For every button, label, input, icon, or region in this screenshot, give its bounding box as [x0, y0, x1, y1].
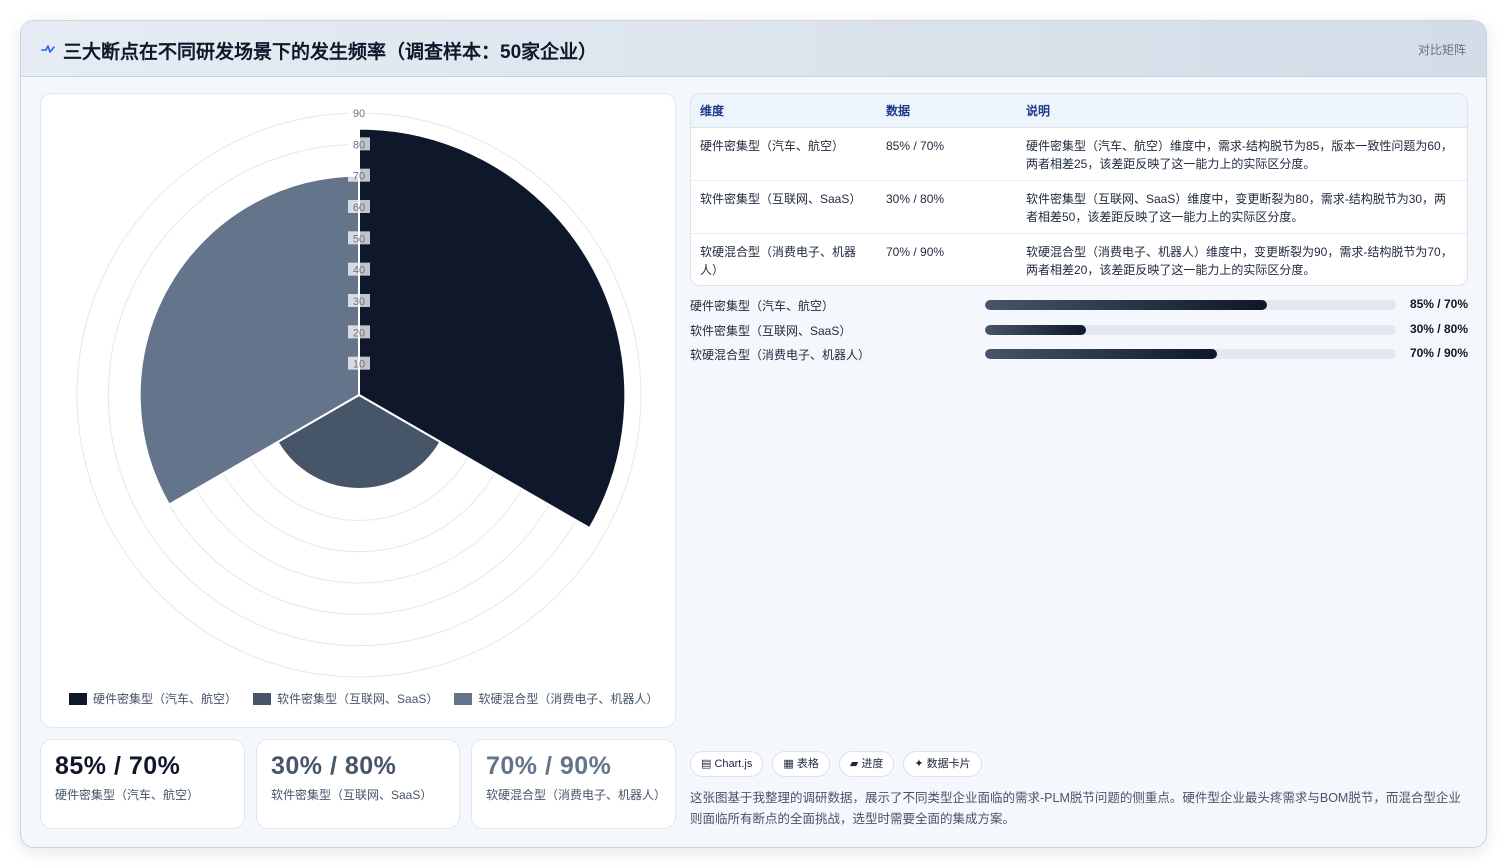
stat-value: 85% / 70% — [55, 752, 181, 780]
cell-dimension: 软硬混合型（消费电子、机器人） — [700, 244, 857, 277]
compare-matrix-link[interactable]: 对比矩阵 — [1418, 41, 1466, 58]
tag-label: 表格 — [796, 758, 819, 770]
table-icon: ▦ — [783, 758, 794, 770]
legend-swatch — [69, 692, 87, 705]
column-header-dimension: 维度 — [691, 94, 877, 128]
sparkle-icon: ✦ — [914, 758, 924, 770]
legend-item-hardware[interactable]: 硬件密集型（汽车、航空） — [69, 690, 237, 707]
progress-fill — [985, 349, 1218, 359]
progress-row: 软硬混合型（消费电子、机器人） 70% / 90% — [690, 346, 1468, 371]
tag-chartjs[interactable]: ▤ Chart.js — [690, 751, 764, 777]
stat-card-hardware: 85% / 70% 硬件密集型（汽车、航空） — [40, 739, 245, 829]
legend-label: 软件密集型（互联网、SaaS） — [277, 692, 439, 706]
r-tick: 80 — [348, 137, 370, 151]
pulse-icon — [41, 45, 55, 53]
r-tick-label: 80 — [353, 139, 365, 151]
progress-track — [985, 300, 1396, 310]
progress-row: 硬件密集型（汽车、航空） 85% / 70% — [690, 297, 1468, 322]
progress-fill — [985, 324, 1086, 335]
dashboard-frame: 三大断点在不同研发场景下的发生频率（调查样本：50家企业） 对比矩阵 10 20 3… — [20, 20, 1487, 848]
chart-icon: ▤ — [701, 758, 712, 770]
r-tick: 40 — [348, 262, 370, 277]
feature-tags: ▤ Chart.js ▦ 表格 ▰ 进度 ✦ 数据卡片 — [690, 751, 982, 777]
r-tick-label: 10 — [353, 359, 365, 371]
progress-track — [985, 349, 1396, 359]
table-row: 硬件密集型（汽车、航空） 85% / 70% 硬件密集型（汽车、航空）维度中，需… — [691, 127, 1467, 181]
stat-label: 软件密集型（互联网、SaaS） — [271, 788, 433, 802]
column-header-description: 说明 — [1017, 94, 1467, 128]
cell-dimension: 硬件密集型（汽车、航空） — [691, 127, 877, 181]
cell-data: 85% / 70% — [877, 127, 1017, 181]
r-tick: 30 — [348, 294, 370, 308]
cell-description: 软硬混合型（消费电子、机器人）维度中，变更断裂为90，需求-结构脱节为70，两者… — [1026, 244, 1453, 277]
page-title: 三大断点在不同研发场景下的发生频率（调查样本：50家企业） — [63, 42, 598, 63]
stat-card-hybrid: 70% / 90% 软硬混合型（消费电子、机器人） — [471, 739, 676, 829]
progress-value: 70% / 90% — [1409, 346, 1468, 360]
column-header-data: 数据 — [877, 94, 1017, 128]
legend-swatch — [454, 692, 473, 705]
data-table: 维度 数据 说明 硬件密集型（汽车、航空） 85% / 70% 硬件密集型（汽车… — [691, 94, 1467, 285]
stat-value: 30% / 80% — [271, 752, 397, 780]
legend-item-hybrid[interactable]: 软硬混合型（消费电子、机器人） — [454, 690, 658, 707]
tag-label: 数据卡片 — [926, 758, 971, 770]
r-tick: 20 — [348, 325, 370, 339]
cell-dimension: 软件密集型（互联网、SaaS） — [691, 180, 877, 234]
progress-value: 85% / 70% — [1409, 297, 1468, 311]
r-tick-label: 70 — [353, 171, 365, 183]
table-row: 软件密集型（互联网、SaaS） 30% / 80% 软件密集型（互联网、SaaS… — [691, 180, 1467, 234]
r-tick-label: 30 — [353, 296, 365, 308]
cell-data: 30% / 80% — [877, 180, 1017, 234]
progress-icon: ▰ — [849, 758, 859, 770]
progress-track — [985, 324, 1396, 335]
stat-label: 硬件密集型（汽车、航空） — [55, 788, 200, 802]
r-tick: 60 — [348, 200, 370, 214]
r-tick-label: 50 — [353, 233, 365, 245]
r-tick: 70 — [348, 168, 370, 183]
cell-data: 70% / 90% — [886, 244, 945, 259]
r-tick-label: 60 — [353, 202, 365, 214]
progress-label: 硬件密集型（汽车、航空） — [690, 299, 835, 313]
data-table-card: 维度 数据 说明 硬件密集型（汽车、航空） 85% / 70% 硬件密集型（汽车… — [690, 93, 1468, 286]
progress-fill — [985, 300, 1267, 310]
stat-value: 70% / 90% — [486, 752, 612, 780]
summary-note: 这张图基于我整理的调研数据，展示了不同类型企业面临的需求-PLM脱节问题的侧重点… — [690, 791, 1461, 826]
progress-row: 软件密集型（互联网、SaaS） 30% / 80% — [690, 322, 1468, 347]
tag-label: 进度 — [861, 758, 884, 770]
header-bar: 三大断点在不同研发场景下的发生频率（调查样本：50家企业） 对比矩阵 — [21, 21, 1486, 77]
tag-progress[interactable]: ▰ 进度 — [838, 751, 895, 777]
tag-label: Chart.js — [714, 758, 753, 770]
r-tick: 10 — [348, 356, 370, 371]
r-tick-label: 40 — [353, 265, 365, 277]
cell-description: 软件密集型（互联网、SaaS）维度中，变更断裂为80，需求-结构脱节为30，两者… — [1017, 180, 1467, 234]
r-tick: 90 — [348, 106, 370, 120]
progress-value: 30% / 80% — [1409, 321, 1468, 336]
tag-table[interactable]: ▦ 表格 — [772, 751, 830, 777]
chart-legend: 硬件密集型（汽车、航空） 软件密集型（互联网、SaaS） 软硬混合型（消费电子、… — [69, 690, 658, 707]
r-tick-label: 90 — [353, 108, 365, 120]
legend-swatch — [253, 692, 272, 705]
polar-chart-card: 10 20 30 40 50 60 70 80 90 硬件密集型（汽车、航空） 软件密集型（互联… — [40, 93, 676, 728]
stat-label: 软硬混合型（消费电子、机器人） — [486, 788, 667, 802]
table-header-row: 维度 数据 说明 — [691, 94, 1467, 128]
legend-item-software[interactable]: 软件密集型（互联网、SaaS） — [253, 690, 438, 707]
r-tick-label: 20 — [353, 327, 365, 339]
polar-area-chart: 10 20 30 40 50 60 70 80 90 — [76, 106, 642, 678]
progress-label: 软硬混合型（消费电子、机器人） — [690, 348, 871, 362]
legend-label: 软硬混合型（消费电子、机器人） — [478, 692, 659, 706]
progress-list: 硬件密集型（汽车、航空） 85% / 70% 软件密集型（互联网、SaaS） 3… — [690, 297, 1468, 371]
tag-data-cards[interactable]: ✦ 数据卡片 — [903, 751, 982, 777]
r-tick: 50 — [348, 231, 370, 245]
table-row: 软硬混合型（消费电子、机器人） 70% / 90% 软硬混合型（消费电子、机器人… — [691, 233, 1467, 285]
stat-card-software: 30% / 80% 软件密集型（互联网、SaaS） — [256, 739, 460, 829]
progress-label: 软件密集型（互联网、SaaS） — [690, 323, 852, 338]
legend-label: 硬件密集型（汽车、航空） — [93, 692, 238, 706]
cell-description: 硬件密集型（汽车、航空）维度中，需求-结构脱节为85，版本一致性问题为60，两者… — [1017, 127, 1467, 181]
